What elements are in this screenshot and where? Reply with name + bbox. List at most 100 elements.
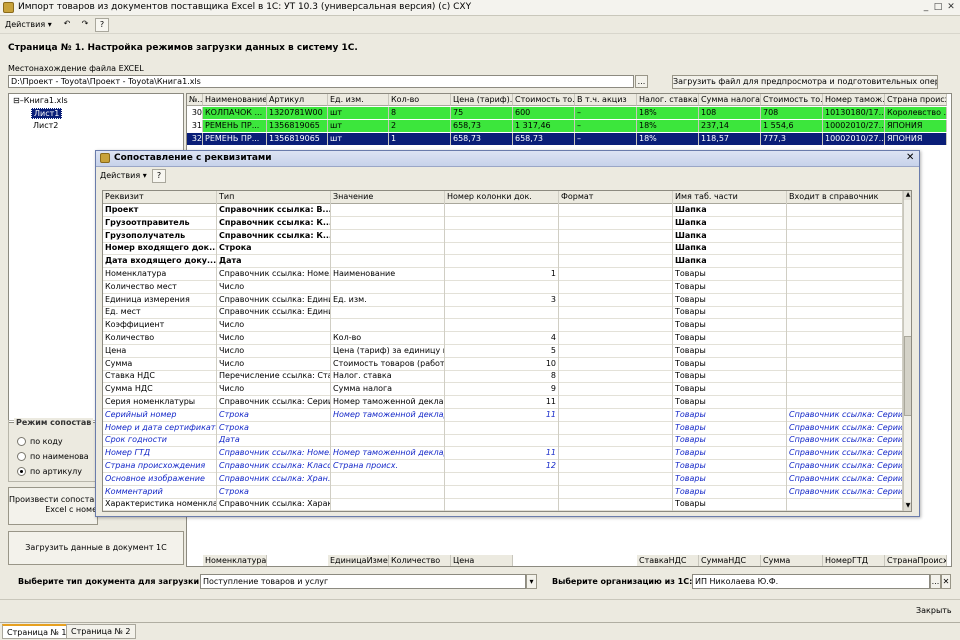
mapping-cell[interactable] — [787, 216, 903, 230]
mapping-cell[interactable] — [559, 255, 673, 269]
mapping-cell[interactable] — [559, 242, 673, 256]
mapping-cell[interactable] — [445, 319, 559, 333]
mapping-cell[interactable] — [787, 332, 903, 345]
mapping-cell[interactable]: Товары — [673, 408, 787, 422]
mapping-cell[interactable] — [559, 396, 673, 409]
mapping-cell[interactable]: Основное изображение — [103, 472, 217, 486]
mapping-cell[interactable] — [445, 511, 559, 512]
mapping-row[interactable]: Номер входящего док... Строка Шапка — [103, 242, 903, 256]
load-doc-button[interactable]: Загрузить данные в документ 1С — [8, 531, 184, 565]
mapping-cell[interactable]: Наименование — [331, 268, 445, 281]
mapping-row[interactable]: Комментарий Строка Товары Справочник ссылка… — [103, 485, 903, 499]
dialog-actions-menu[interactable]: Действия ▾ — [100, 171, 147, 180]
mapping-row[interactable]: Цена Число Цена (тариф) за единицу и... 5 То… — [103, 344, 903, 358]
mapping-cell[interactable]: Номер ГТД — [103, 447, 217, 461]
mapping-cell[interactable]: Номер таможенной деклар... — [331, 408, 445, 422]
mapping-cell[interactable]: Справочник ссылка: Харак... — [217, 498, 331, 511]
mapping-cell[interactable]: Номер таможенной деклар... — [331, 447, 445, 461]
grid-cell[interactable]: 32 — [187, 133, 203, 145]
grid-cell[interactable]: 237,14 — [699, 120, 761, 132]
mapping-cell[interactable]: Дата — [217, 434, 331, 448]
mapping-row[interactable]: Страна происхождения Справочник ссылка: К… — [103, 460, 903, 473]
mapping-cell[interactable] — [787, 204, 903, 217]
mapping-cell[interactable] — [559, 293, 673, 307]
mapping-cell[interactable]: Справочник ссылка: Серии... — [787, 421, 903, 435]
mapping-row[interactable]: Коэффициент Число Товары — [103, 319, 903, 333]
redo-icon[interactable]: ↷ — [78, 18, 92, 32]
mapping-cell[interactable] — [445, 204, 559, 217]
mapping-cell[interactable]: Коэффициент — [103, 319, 217, 333]
grid-cell[interactable]: 1 317,46 — [513, 120, 575, 132]
mapping-cell[interactable] — [331, 216, 445, 230]
mapping-row[interactable]: Характеристика номенкла... Справочник ссы… — [103, 498, 903, 511]
grid-cell[interactable]: 658,73 — [451, 133, 513, 145]
mapping-row[interactable]: Ставка НДС Перечисление ссылка: Ста... Нал… — [103, 370, 903, 384]
mapping-cell[interactable] — [331, 511, 445, 512]
mapping-row[interactable]: Номенклатура Справочник ссылка: Номе... На… — [103, 268, 903, 281]
grid-column-header[interactable]: В т.ч. акциз — [575, 94, 637, 106]
mapping-row[interactable]: Номер и дата сертификата Строка Товары Спра… — [103, 421, 903, 435]
mapping-cell[interactable]: Товары — [673, 447, 787, 461]
mapping-column-header[interactable]: Формат — [559, 191, 673, 204]
mapping-cell[interactable] — [787, 383, 903, 397]
tree-sheet-item[interactable]: Лист2 — [31, 121, 60, 130]
grid-cell[interactable]: КОЛПАЧОК ... — [203, 107, 267, 119]
grid-cell[interactable]: 708 — [761, 107, 823, 119]
mapping-cell[interactable] — [559, 498, 673, 511]
mapping-cell[interactable]: Товары — [673, 485, 787, 499]
mapping-cell[interactable]: Строка — [217, 485, 331, 499]
mapping-cell[interactable]: Дата — [217, 255, 331, 269]
grid-cell[interactable]: шт — [328, 133, 389, 145]
grid-cell[interactable]: 1356819065 — [267, 133, 328, 145]
mapping-cell[interactable]: Серия номенклатуры — [103, 396, 217, 409]
mapping-row[interactable]: Грузополучатель Справочник ссылка: К... Ша… — [103, 229, 903, 243]
grid-cell[interactable]: шт — [328, 120, 389, 132]
mapping-cell[interactable]: Страна происхождения — [103, 460, 217, 473]
mapping-cell[interactable] — [331, 421, 445, 435]
mapping-cell[interactable]: Сумма налога — [331, 383, 445, 397]
mapping-row[interactable]: Ед. мест Справочник ссылка: Едини... Товар… — [103, 306, 903, 320]
mapping-row[interactable]: Серия номенклатуры Справочник ссылка: Сер… — [103, 396, 903, 409]
dialog-help-button[interactable]: ? — [152, 169, 166, 183]
mapping-cell[interactable]: Справочник ссылка: К... — [217, 229, 331, 243]
mapping-cell[interactable]: Справочник ссылка: В... — [217, 204, 331, 217]
mapping-cell[interactable] — [559, 434, 673, 448]
grid-cell[interactable]: РЕМЕНЬ ПР... — [203, 133, 267, 145]
mapping-cell[interactable]: Справочник ссылка: Серии... — [217, 396, 331, 409]
grid-cell[interactable]: 118,57 — [699, 133, 761, 145]
mode-radio[interactable] — [17, 452, 26, 461]
grid-cell[interactable]: 30 — [187, 107, 203, 119]
mapping-cell[interactable]: Справочник ссылка: Серии... — [787, 447, 903, 461]
mapping-row[interactable]: Срок годности Дата Товары Справочник ссылка… — [103, 434, 903, 448]
mapping-row[interactable]: Единица измерения Справочник ссылка: Един… — [103, 293, 903, 307]
mapping-cell[interactable]: Товары — [673, 511, 787, 512]
tab-page-2[interactable]: Страница № 2 — [66, 624, 136, 639]
mapping-row[interactable]: Номер ГТД Справочник ссылка: Номе... Номер… — [103, 447, 903, 461]
mapping-cell[interactable]: Справочник ссылка: Номе... — [217, 268, 331, 281]
mapping-cell[interactable]: Ед. мест — [103, 306, 217, 320]
grid-cell[interactable]: 1320781W00 — [267, 107, 328, 119]
mapping-cell[interactable]: 11 — [445, 447, 559, 461]
mapping-cell[interactable]: Страна происх. — [331, 460, 445, 473]
mapping-cell[interactable] — [445, 434, 559, 448]
grid-cell[interactable]: 108 — [699, 107, 761, 119]
mapping-cell[interactable]: Товары — [673, 293, 787, 307]
mapping-cell[interactable]: Дата входящего доку... — [103, 255, 217, 269]
grid-cell[interactable]: – — [575, 107, 637, 119]
mapping-cell[interactable] — [559, 460, 673, 473]
grid-cell[interactable]: Королевство ... — [885, 107, 947, 119]
mapping-cell[interactable] — [559, 421, 673, 435]
mapping-row[interactable]: Сумма Число Стоимость товаров (работ,... 10… — [103, 357, 903, 371]
mapping-cell[interactable]: 9 — [445, 383, 559, 397]
mapping-cell[interactable] — [331, 472, 445, 486]
grid-cell[interactable]: – — [575, 120, 637, 132]
mapping-cell[interactable]: Справочник ссылка: Серии... — [787, 485, 903, 499]
grid-cell[interactable]: 31 — [187, 120, 203, 132]
mapping-cell[interactable]: Проект — [103, 204, 217, 217]
mapping-column-header[interactable]: Реквизит — [103, 191, 217, 204]
tree-root[interactable]: ⊟–Книга1.xls — [13, 96, 68, 105]
mapping-cell[interactable]: Товары — [673, 383, 787, 397]
mapping-cell[interactable] — [787, 370, 903, 384]
mapping-cell[interactable]: Перечисление ссылка: Ста... — [217, 370, 331, 384]
mapping-cell[interactable]: Документ ссылка: Заказ п... — [217, 511, 331, 512]
